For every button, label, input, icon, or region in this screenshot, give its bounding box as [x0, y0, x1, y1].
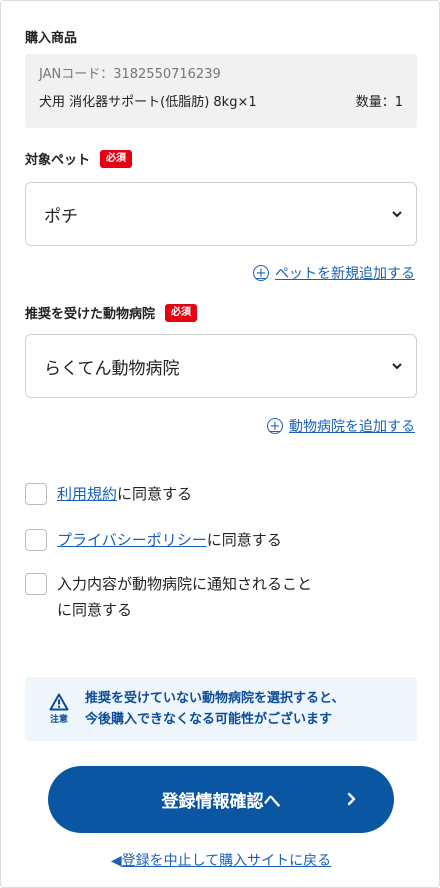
- hospital-section-title: 推奨を受けた動物病院 必須: [25, 303, 198, 322]
- registration-card: 購入商品 JANコード：3182550716239 犬用 消化器サポート(低脂肪…: [0, 0, 440, 888]
- product-line: 犬用 消化器サポート(低脂肪) 8kg×1 数量：1: [39, 94, 403, 112]
- notice-text: 推奨を受けていない動物病院を選択すると、 今後購入できなくなる可能性がございます: [85, 688, 344, 730]
- privacy-agreement-text: プライバシーポリシーに同意する: [57, 527, 282, 553]
- add-pet-label: ペットを新規追加する: [275, 266, 415, 282]
- back-link-label: 登録を中止して購入サイトに戻る: [121, 853, 332, 869]
- purchase-title: 購入商品: [25, 31, 78, 46]
- notice-icon-label: 注意: [49, 715, 68, 725]
- notify-checkbox[interactable]: [25, 573, 47, 595]
- warning-notice: 注意 推奨を受けていない動物病院を選択すると、 今後購入できなくなる可能性がござ…: [25, 677, 417, 741]
- warning-icon-group: 注意: [45, 693, 73, 725]
- jan-code: JANコード：3182550716239: [39, 67, 221, 82]
- terms-agreement-text: 利用規約に同意する: [57, 481, 192, 507]
- confirm-button-label: 登録情報確認へ: [161, 792, 281, 812]
- chevron-down-icon: [392, 209, 402, 219]
- plus-circle-icon: +: [253, 265, 269, 281]
- notify-line-2: に同意する: [57, 601, 133, 619]
- hospital-label: 推奨を受けた動物病院: [25, 307, 156, 322]
- required-badge: 必須: [100, 149, 133, 168]
- confirm-registration-button[interactable]: 登録情報確認へ: [48, 766, 394, 833]
- notify-agreement-row: 入力内容が動物病院に通知されること に同意する: [25, 571, 312, 623]
- back-to-shop-link[interactable]: ◀登録を中止して購入サイトに戻る: [1, 850, 440, 870]
- terms-checkbox[interactable]: [25, 483, 47, 505]
- hospital-select-value: らくてん動物病院: [44, 358, 180, 379]
- chevron-right-icon: [347, 792, 356, 806]
- product-name: 犬用 消化器サポート(低脂肪) 8kg×1: [39, 95, 257, 110]
- add-pet-link[interactable]: + ペットを新規追加する: [253, 263, 415, 283]
- product-quantity: 数量：1: [355, 95, 403, 110]
- plus-circle-icon: +: [267, 418, 283, 434]
- add-hospital-link[interactable]: + 動物病院を追加する: [267, 416, 415, 436]
- hospital-select[interactable]: らくてん動物病院: [25, 334, 417, 398]
- back-arrow-icon: ◀: [110, 853, 122, 869]
- privacy-agreement-row: プライバシーポリシーに同意する: [25, 527, 282, 553]
- privacy-suffix: に同意する: [206, 531, 282, 549]
- pet-label: 対象ペット: [25, 153, 91, 168]
- chevron-down-icon: [392, 361, 402, 371]
- pet-section-title: 対象ペット 必須: [25, 149, 133, 168]
- purchase-section-title: 購入商品: [25, 27, 77, 46]
- terms-link[interactable]: 利用規約: [57, 485, 117, 503]
- notice-line-1: 推奨を受けていない動物病院を選択すると、: [85, 691, 345, 706]
- warning-triangle-icon: [49, 693, 69, 711]
- privacy-checkbox[interactable]: [25, 529, 47, 551]
- notify-line-1: 入力内容が動物病院に通知されること: [57, 575, 313, 593]
- notify-agreement-text: 入力内容が動物病院に通知されること に同意する: [57, 571, 312, 623]
- pet-select[interactable]: ポチ: [25, 182, 417, 246]
- required-badge: 必須: [165, 303, 198, 322]
- product-info-box: JANコード：3182550716239 犬用 消化器サポート(低脂肪) 8kg…: [25, 54, 417, 128]
- terms-suffix: に同意する: [117, 485, 193, 503]
- privacy-policy-link[interactable]: プライバシーポリシー: [57, 531, 207, 549]
- notice-line-2: 今後購入できなくなる可能性がございます: [85, 712, 333, 727]
- pet-select-value: ポチ: [44, 206, 78, 227]
- terms-agreement-row: 利用規約に同意する: [25, 481, 192, 507]
- add-hospital-label: 動物病院を追加する: [289, 419, 415, 435]
